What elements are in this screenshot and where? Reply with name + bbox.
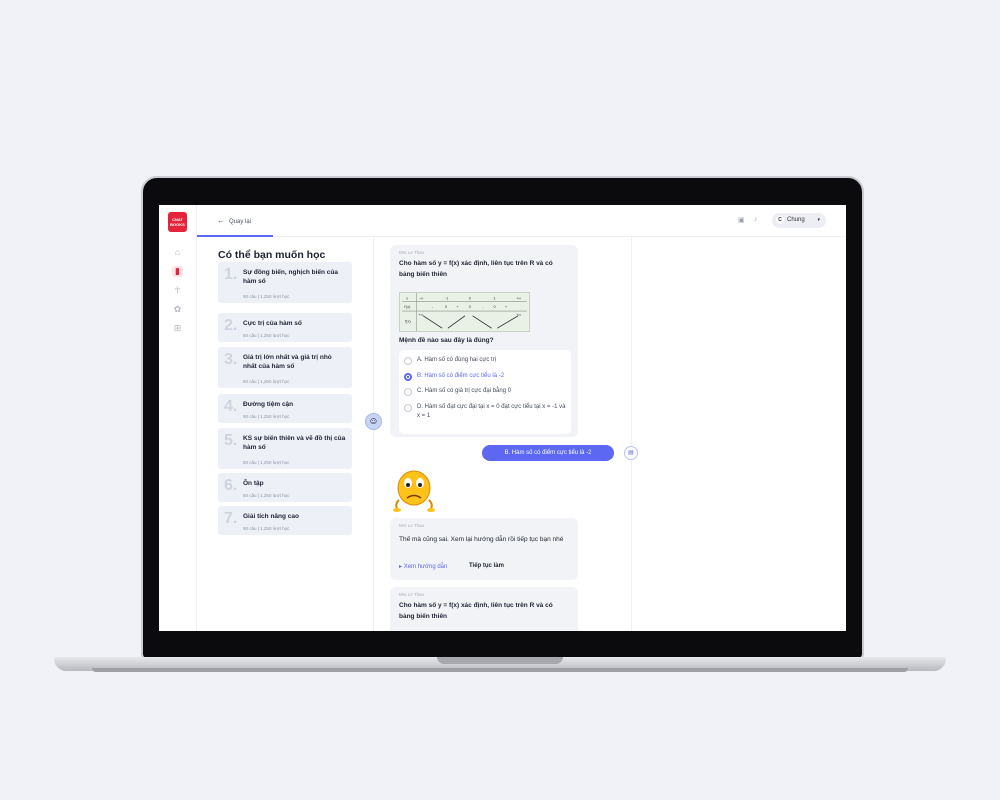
back-button[interactable]: ← Quay lại [217, 216, 251, 225]
feedback-text: Thế mà cũng sai. Xem lại hướng dẫn rồi t… [399, 536, 564, 543]
radio-button[interactable] [404, 373, 412, 381]
teacher-avatar: ☺ [365, 413, 382, 430]
lesson-number: 6. [224, 477, 238, 494]
question-text: Cho hàm số y = f(x) xác định, liên tục t… [399, 602, 553, 620]
add-icon[interactable]: ⊞ [172, 323, 183, 334]
lesson-title: Giải tích nâng cao [243, 513, 299, 520]
suggestions-panel: Có thể bạn muốn học 1. Sự đồng biến, nghị… [197, 237, 374, 631]
tbl-x0: -∞ [419, 297, 423, 301]
user-menu[interactable]: C Chung ▾ [772, 213, 826, 228]
lesson-number: 2. [224, 317, 238, 334]
lesson-card[interactable]: 5. KS sự biến thiên và vẽ đồ thị của hàm … [218, 428, 352, 469]
lesson-number: 4. [224, 398, 238, 415]
lesson-title: Ôn tập [243, 480, 264, 487]
feedback-bubble: Mrs Le Thao Thế mà cũng sai. Xem lại hướ… [390, 518, 578, 580]
lesson-meta: 50 câu | 1,250 lượt học [243, 460, 290, 465]
option-label: B. Hàm số có điểm cực tiểu là -2 [417, 373, 505, 379]
lesson-title: Cực trị của hàm số [243, 320, 302, 327]
lesson-meta: 50 câu | 1,250 lượt học [243, 379, 290, 384]
tbl-s2: + [456, 305, 459, 309]
chat-thread: Mrs Le Thao Cho hàm số y = f(x) xác định… [365, 237, 638, 631]
tbl-s3: 0 [469, 305, 471, 309]
tbl-x2: 0 [469, 297, 471, 301]
home-icon[interactable]: ⌂ [172, 247, 183, 258]
lesson-number: 1. [224, 266, 238, 283]
lesson-card[interactable]: 1. Sự đồng biến, nghịch biến của hàm số 50… [218, 262, 352, 303]
option-label: D. Hàm số đạt cực đại tại x = 0 đạt cực … [417, 404, 566, 419]
option-label: C. Hàm số có giá trị cực đại bằng 0 [417, 388, 512, 394]
lesson-meta: 50 câu | 1,250 lượt học [243, 333, 290, 338]
lesson-meta: 50 câu | 1,250 lượt học [243, 414, 290, 419]
lesson-title: Giá trị lớn nhất và giá trị nhỏ nhất của… [243, 354, 332, 370]
question-text: Cho hàm số y = f(x) xác định, liên tục t… [399, 260, 553, 278]
user-avatar: C [776, 216, 784, 224]
person-icon[interactable]: ☥ [172, 285, 183, 296]
laptop-notch [437, 657, 563, 664]
lesson-meta: 50 câu | 1,250 lượt học [243, 526, 290, 531]
tbl-x-label: x [406, 297, 408, 301]
user-name: Chung [787, 217, 805, 223]
next-question-bubble: Mrs Le Thao Cho hàm số y = f(x) xác định… [390, 587, 578, 631]
tbl-s5: 0 [493, 305, 495, 309]
tbl-x1: -1 [445, 297, 448, 301]
lesson-number: 7. [224, 510, 238, 527]
tbl-s0: - [432, 305, 434, 309]
radio-button[interactable] [404, 388, 412, 396]
lesson-card[interactable]: 7. Giải tích nâng cao 50 câu | 1,250 lượt … [218, 506, 352, 535]
lesson-number: 3. [224, 351, 238, 368]
option-label: A. Hàm số có đúng hai cực trị [417, 357, 497, 363]
lesson-card[interactable]: 6. Ôn tập 50 câu | 1,250 lượt học [218, 473, 352, 502]
nav-rail: CNAT BOOKS ⌂ ▮ ☥ ✿ ⊞ [159, 205, 197, 631]
variation-table: x f'(x) f(x) -∞ -1 0 1 +∞ - 0 + 0 - 0 + … [399, 292, 530, 332]
arrow-left-icon: ← [217, 216, 225, 225]
lesson-number: 5. [224, 432, 238, 449]
back-label: Quay lại [229, 219, 252, 225]
sender-name: Mrs Le Thao [399, 250, 425, 255]
app-screen: CNAT BOOKS ⌂ ▮ ☥ ✿ ⊞ ← Quay lại ▣ ♪ C Chun… [159, 205, 846, 631]
laptop-base-edge [92, 668, 908, 672]
lesson-meta: 50 câu | 1,250 lượt học [243, 294, 290, 299]
group-icon[interactable]: ✿ [172, 304, 183, 315]
chevron-down-icon: ▾ [817, 217, 820, 223]
tbl-s6: + [505, 305, 508, 309]
radio-button[interactable] [404, 404, 412, 412]
lesson-card[interactable]: 3. Giá trị lớn nhất và giá trị nhỏ nhất c… [218, 347, 352, 388]
guide-link[interactable]: ▸ Xem hướng dẫn [399, 563, 447, 570]
book-icon[interactable]: ▮ [172, 266, 183, 277]
tbl-x4: +∞ [516, 297, 521, 301]
lesson-meta: 50 câu | 1,250 lượt học [243, 493, 290, 498]
logo-line2: BOOKS [170, 222, 185, 227]
radio-button[interactable] [404, 357, 412, 365]
panel-title: Có thể bạn muốn học [218, 249, 326, 261]
chat-icon[interactable]: ▣ [738, 216, 745, 224]
bell-icon[interactable]: ♪ [754, 216, 758, 223]
tbl-s1: 0 [445, 305, 447, 309]
tbl-f-label: f(x) [405, 319, 411, 323]
user-answer-bubble: B. Hàm số có điểm cực tiểu là -2 [482, 445, 614, 461]
tbl-fp-label: f'(x) [404, 305, 411, 309]
lesson-card[interactable]: 4. Đường tiệm cận 50 câu | 1,250 lượt học [218, 394, 352, 423]
sender-name: Mrs Le Thao [399, 592, 425, 597]
lesson-title: Sự đồng biến, nghịch biến của hàm số [243, 269, 338, 285]
sad-emoji-icon [393, 470, 435, 512]
answer-options: A. Hàm số có đúng hai cực trị B. Hàm số c… [399, 350, 571, 434]
brand-logo[interactable]: CNAT BOOKS [168, 212, 187, 232]
sender-name: Mrs Le Thao [399, 523, 425, 528]
prompt-text: Mệnh đề nào sau đây là đúng? [399, 337, 494, 344]
continue-link[interactable]: Tiếp tục làm [469, 563, 504, 569]
tbl-x3: 1 [493, 297, 495, 301]
lesson-card[interactable]: 2. Cực trị của hàm số 50 câu | 1,250 lượt … [218, 313, 352, 342]
question-bubble: Mrs Le Thao Cho hàm số y = f(x) xác định… [390, 245, 578, 437]
tbl-top0: +∞ [418, 313, 423, 317]
top-bar: ← Quay lại ▣ ♪ C Chung ▾ [197, 205, 846, 237]
lesson-title: Đường tiệm cận [243, 401, 294, 408]
guide-label: Xem hướng dẫn [403, 564, 448, 570]
tbl-s4: - [482, 305, 484, 309]
right-panel [631, 237, 846, 631]
lesson-title: KS sự biến thiên và vẽ đồ thị của hàm số [243, 435, 346, 451]
